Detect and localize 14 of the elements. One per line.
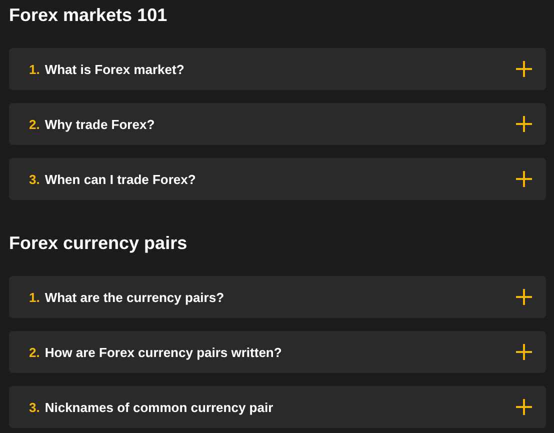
plus-icon: [516, 116, 532, 132]
plus-icon: [516, 171, 532, 187]
accordion-item[interactable]: 2. Why trade Forex?: [9, 103, 546, 145]
accordion-item[interactable]: 1. What is Forex market?: [9, 48, 546, 90]
plus-icon: [516, 344, 532, 360]
section-title: Forex markets 101: [9, 4, 168, 26]
plus-icon: [516, 289, 532, 305]
plus-icon: [516, 61, 532, 77]
accordion-item[interactable]: 3. Nicknames of common currency pair: [9, 386, 546, 428]
accordion-item[interactable]: 2. How are Forex currency pairs written?: [9, 331, 546, 373]
plus-icon: [516, 399, 532, 415]
accordion-item[interactable]: 1. What are the currency pairs?: [9, 276, 546, 318]
section-title: Forex currency pairs: [9, 232, 188, 254]
accordion-item[interactable]: 3. When can I trade Forex?: [9, 158, 546, 200]
